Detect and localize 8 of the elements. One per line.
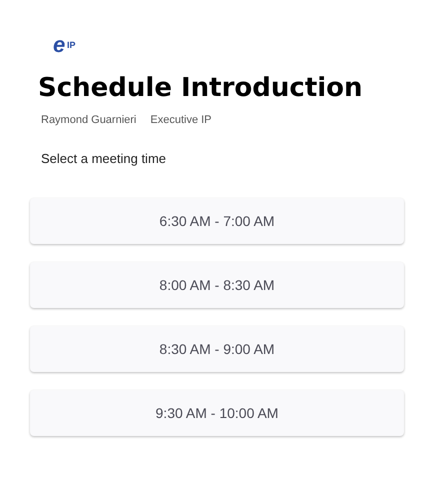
- time-slot-button[interactable]: 9:30 AM - 10:00 AM: [30, 390, 404, 436]
- time-slot-button[interactable]: 6:30 AM - 7:00 AM: [30, 198, 404, 244]
- time-slot-button[interactable]: 8:30 AM - 9:00 AM: [30, 326, 404, 372]
- meta-text: Executive IP: [150, 113, 212, 128]
- prompt-text: Select a meeting time: [41, 150, 168, 168]
- time-slot-button[interactable]: 8:00 AM - 8:30 AM: [30, 262, 404, 308]
- meta-text: Raymond Guarnieri: [41, 113, 136, 128]
- page-title: Schedule Introduction: [38, 72, 364, 104]
